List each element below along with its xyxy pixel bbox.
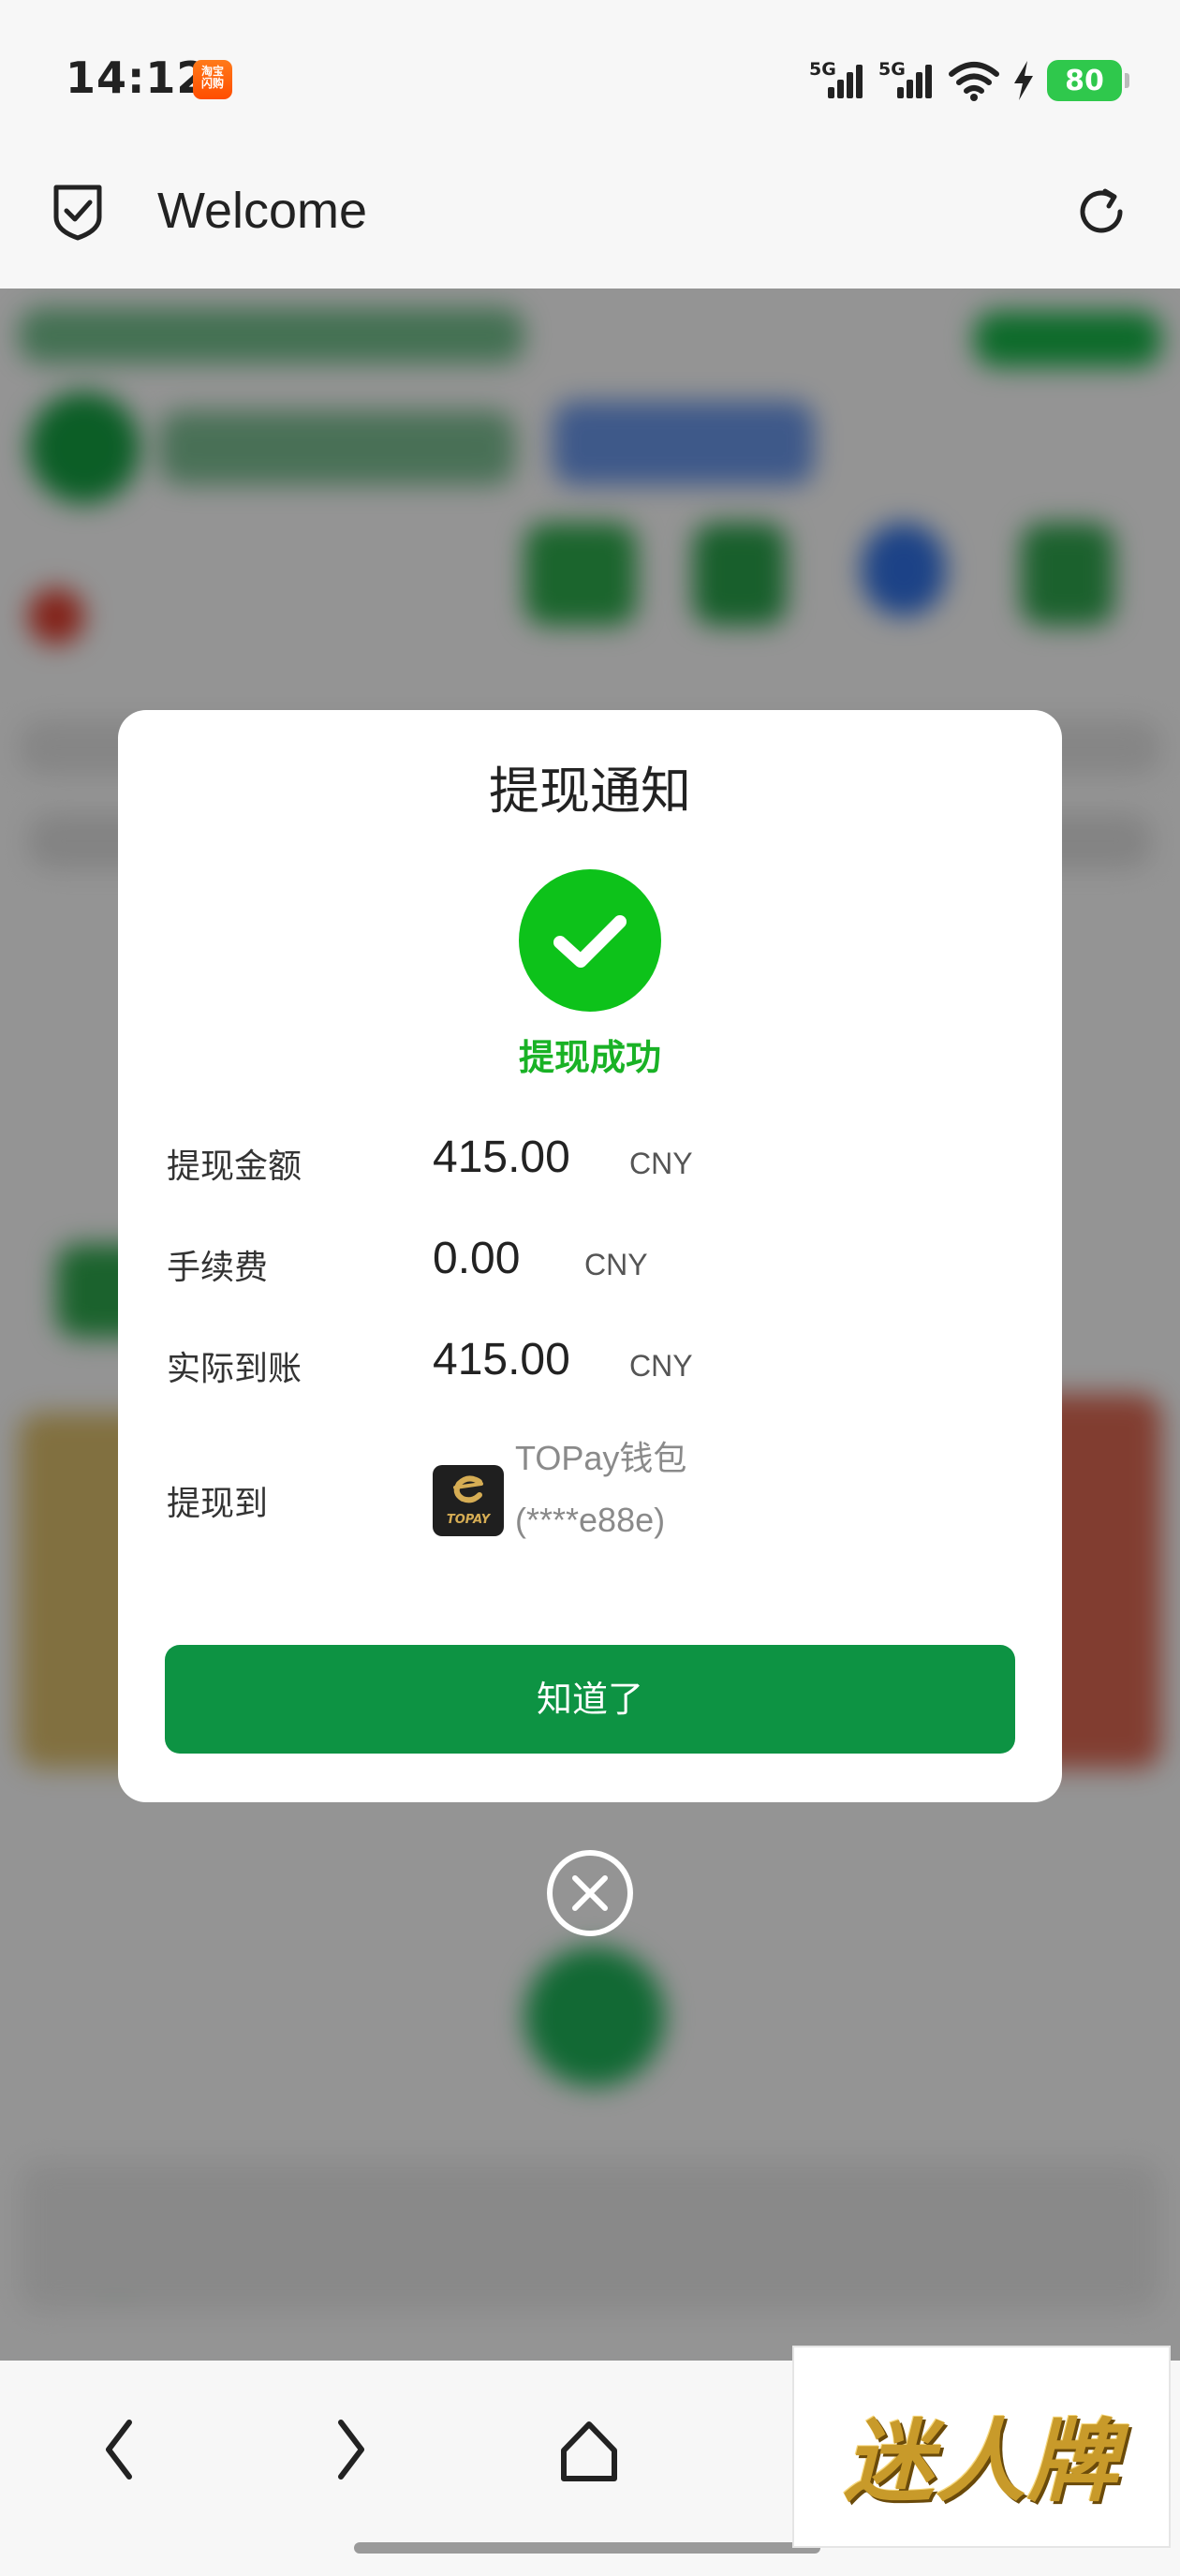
shield-check-icon[interactable] [49,180,107,242]
status-icons: 5G 5G 80 [809,54,1129,107]
wallet-account: (****e88e) [515,1501,666,1539]
row-amount: 415.00 [433,1335,570,1384]
watermark-logo: 迷人牌 [792,2346,1171,2548]
withdrawal-notice-dialog: 提现通知 提现成功 提现金额 415.00 CNY 手续费 0.00 CNY 实… [118,710,1062,1802]
clock: 14:12 [66,52,208,103]
row-label: 实际到账 [167,1350,302,1388]
row-label: 手续费 [167,1249,269,1287]
wallet-info: TOPay钱包 (****e88e) [515,1428,686,1551]
refresh-icon[interactable] [1071,182,1131,242]
battery-icon: 80 [1047,60,1129,101]
row-currency: CNY [584,1248,648,1281]
row-amount: 415.00 [433,1133,570,1182]
received-amount-row: 实际到账 415.00 CNY [167,1325,1010,1399]
dialog-title: 提现通知 [489,762,691,821]
withdraw-amount-row: 提现金额 415.00 CNY [167,1122,1010,1197]
withdraw-destination-row: 提现到 TOPAY TOPay钱包 (****e88e) [167,1422,1010,1572]
signal-icon: 5G [809,59,867,102]
row-currency: CNY [629,1349,693,1383]
charging-icon [1014,61,1033,100]
fee-row: 手续费 0.00 CNY [167,1223,1010,1298]
home-icon[interactable] [556,2409,622,2490]
topay-logo-icon: TOPAY [433,1465,504,1536]
home-indicator[interactable] [354,2542,820,2554]
wallet-name: TOPay钱包 [515,1439,687,1477]
app-header: Welcome [0,150,1180,289]
row-currency: CNY [629,1147,693,1180]
row-label: 提现到 [167,1485,269,1523]
wifi-icon [949,62,999,101]
taobao-app-icon: 淘宝 闪购 [193,60,232,99]
row-amount: 0.00 [433,1234,521,1283]
signal-icon: 5G [878,59,937,102]
forward-icon[interactable] [320,2409,386,2490]
back-icon[interactable] [84,2409,150,2490]
success-status: 提现成功 [518,1037,661,1078]
success-check-icon [519,869,661,1012]
page-title: Welcome [157,183,368,239]
acknowledge-button[interactable]: 知道了 [165,1645,1015,1754]
close-icon[interactable] [545,1848,635,1938]
row-label: 提现金额 [167,1147,302,1186]
status-bar: 14:12 淘宝 闪购 5G 5G 80 [0,0,1180,150]
